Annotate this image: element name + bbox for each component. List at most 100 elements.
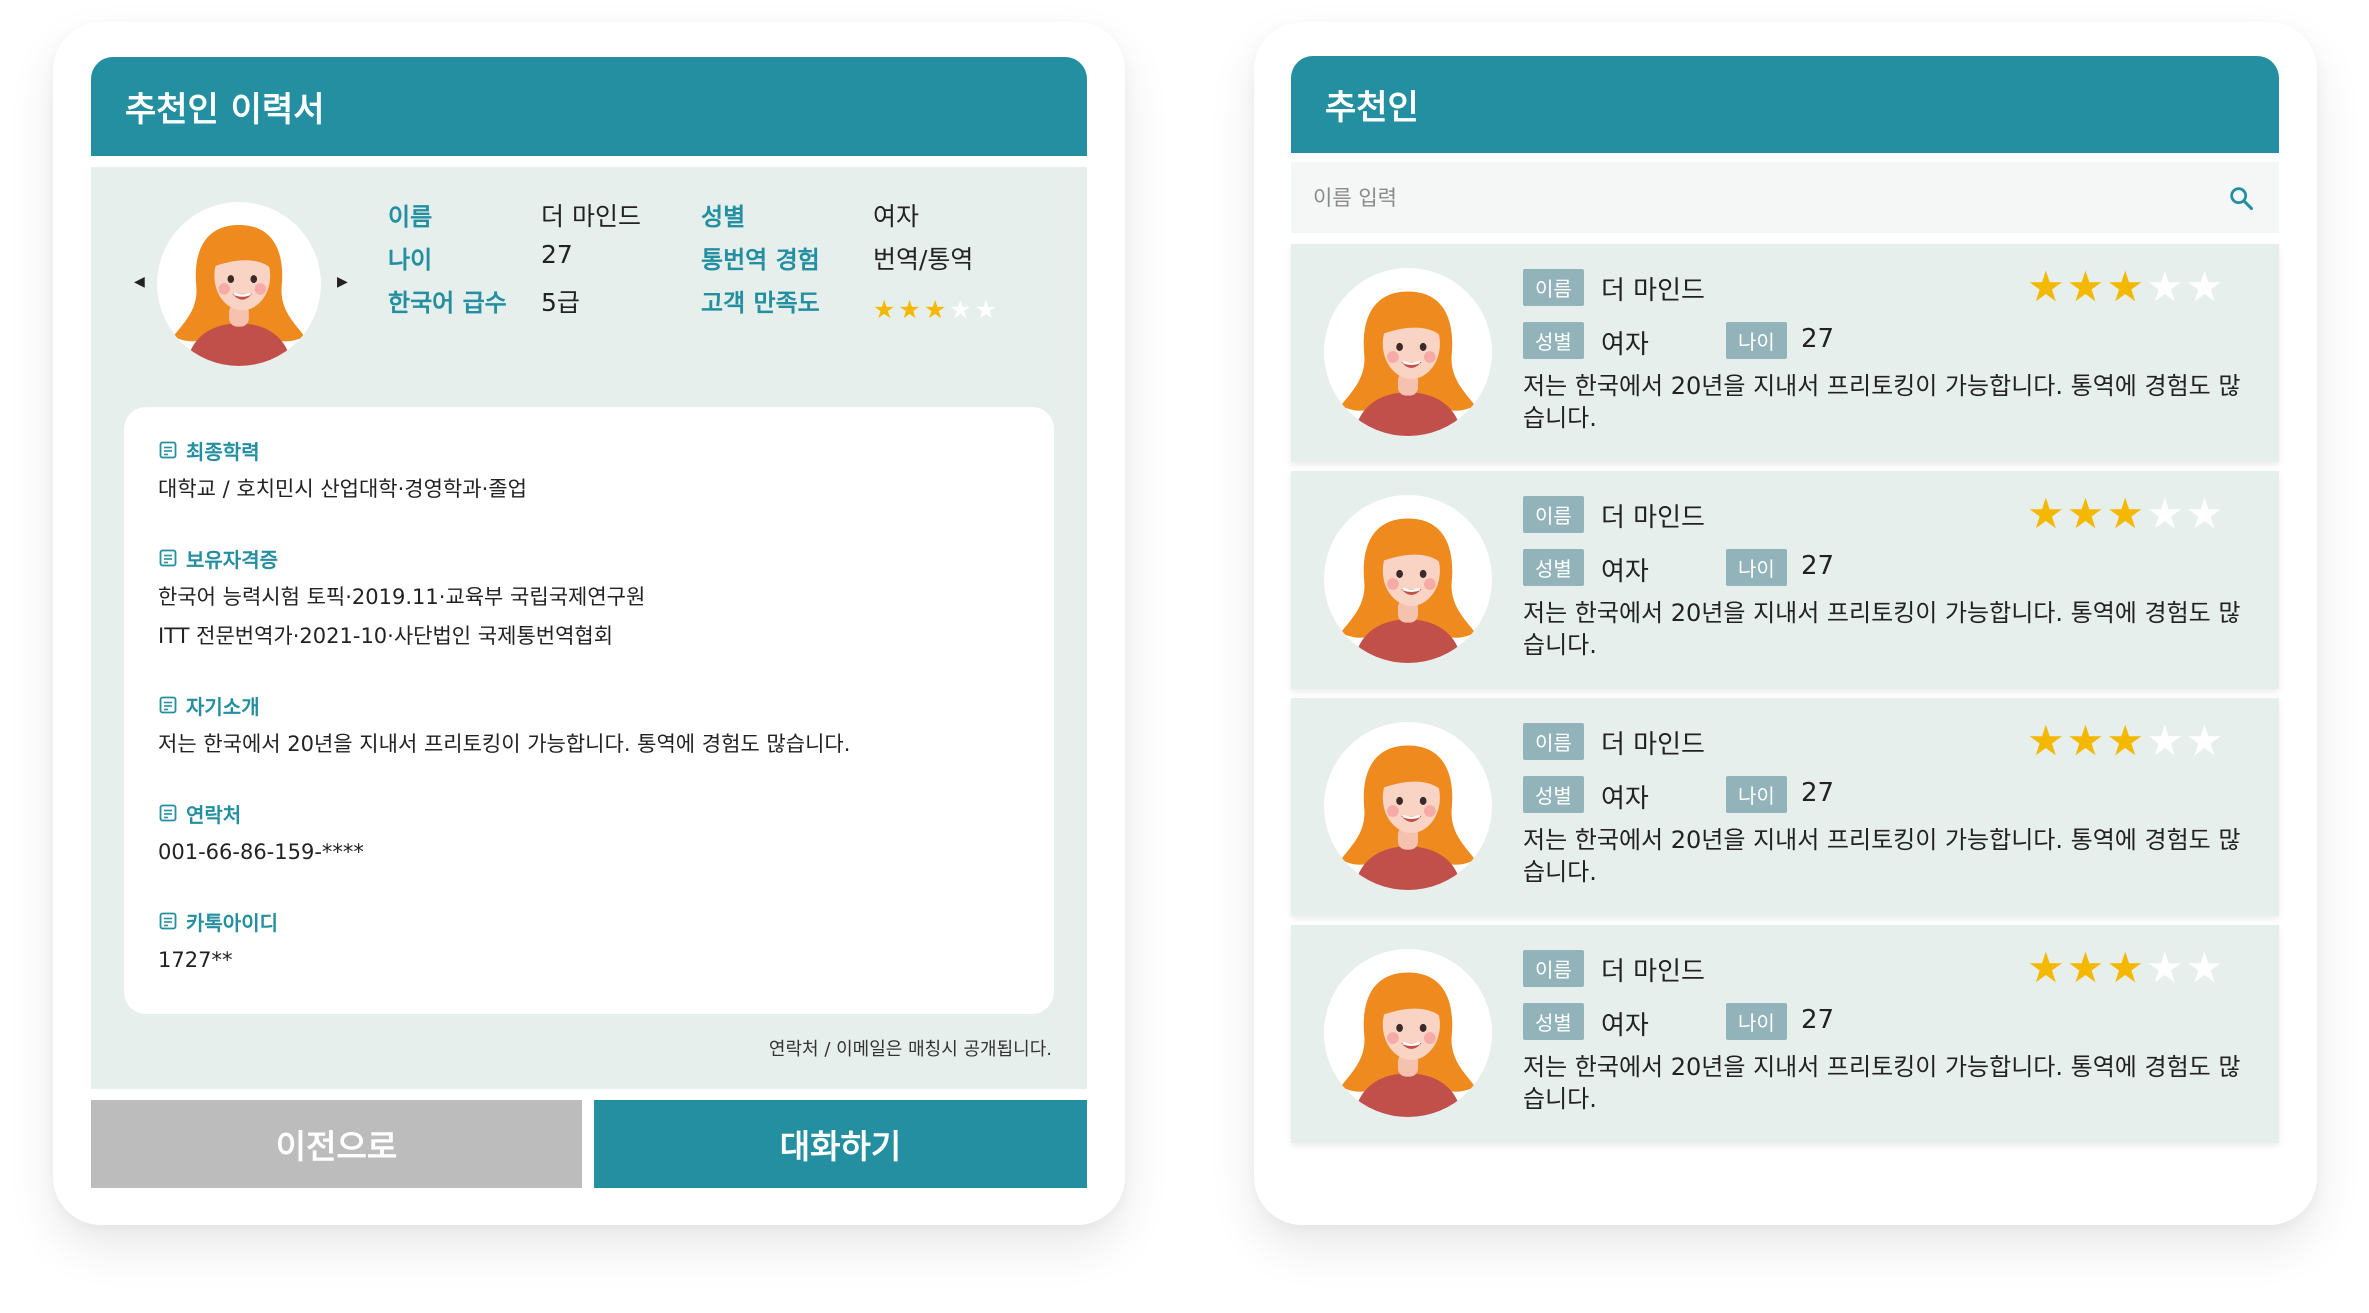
star-empty-icon: ★ [2185,262,2226,311]
experience-value: 번역/통역 [873,245,974,274]
star-filled-icon: ★ [2066,489,2107,538]
star-filled-icon: ★ [923,295,950,324]
caret-right-icon[interactable]: ▶ [337,274,348,290]
avatar [1324,722,1492,890]
satisfaction-rating: ★★★★★ [873,295,1000,324]
star-filled-icon: ★ [2106,489,2146,538]
star-empty-icon: ★ [949,295,975,324]
star-filled-icon: ★ [2106,262,2146,311]
gender-tag: 성별 [1523,776,1584,813]
certificate-item: 한국어 능력시험 토픽·2019.11·교육부 국립국제연구원 [158,585,646,609]
certificate-item: ITT 전문번역가·2021-10·사단법인 국제통번역협회 [158,624,614,648]
gender-value: 여자 [873,202,920,231]
intro-section: 자기소개 저는 한국에서 20년을 지내서 프리토킹이 가능합니다. 통역에 경… [158,690,850,764]
recommender-gender: 여자 [1601,784,1649,814]
caret-left-icon[interactable]: ◀ [134,274,145,290]
note-icon [158,440,178,460]
resume-header: 추천인 이력서 [91,57,1087,156]
star-filled-icon: ★ [873,295,899,324]
intro-title: 자기소개 [186,694,260,719]
recommender-name: 더 마인드 [1601,276,1705,306]
star-filled-icon: ★ [2106,716,2146,765]
kakao-text: 1727** [158,948,233,972]
star-filled-icon: ★ [2066,943,2107,992]
star-empty-icon: ★ [2185,943,2226,992]
satisfaction-label: 고객 만족도 [701,289,820,317]
intro-text: 저는 한국에서 20년을 지내서 프리토킹이 가능합니다. 통역에 경험도 많습… [158,732,851,756]
gender-tag: 성별 [1523,1003,1584,1040]
recommender-card[interactable]: 이름 더 마인드 성별 여자 나이 27 ★★★★★ 저는 한국에서 20년을 … [1291,244,2279,462]
star-filled-icon: ★ [2066,716,2107,765]
rating-stars: ★★★★★ [2027,943,2225,992]
star-filled-icon: ★ [2027,943,2067,992]
search-icon[interactable] [2227,184,2255,212]
name-tag: 이름 [1523,950,1584,987]
recommender-intro: 저는 한국에서 20년을 지내서 프리토킹이 가능합니다. 통역에 경험도 많습… [1523,1053,2241,1113]
note-icon [158,911,178,931]
star-filled-icon: ★ [2027,716,2067,765]
korean-level-label: 한국어 급수 [388,289,507,317]
gender-label: 성별 [701,203,746,231]
recommender-gender: 여자 [1601,330,1649,360]
resume-title: 추천인 이력서 [125,90,325,130]
recommender-list-card: 추천인 이름 더 마인드 성별 여자 나이 27 ★★★★★ 저는 한국에서 2… [1254,22,2317,1225]
name-label: 이름 [388,203,433,231]
recommender-title: 추천인 [1325,88,1419,128]
star-filled-icon: ★ [2106,943,2146,992]
recommender-age: 27 [1801,551,1835,581]
recommender-intro: 저는 한국에서 20년을 지내서 프리토킹이 가능합니다. 통역에 경험도 많습… [1523,599,2241,659]
avatar [157,202,321,366]
contact-text: 001-66-86-159-**** [158,840,364,864]
rating-stars: ★★★★★ [2027,262,2225,311]
recommender-name: 더 마인드 [1601,730,1705,760]
contact-section: 연락처 001-66-86-159-**** [158,798,364,872]
name-tag: 이름 [1523,723,1584,760]
korean-level-value: 5급 [541,288,580,317]
contact-title: 연락처 [186,802,242,827]
star-empty-icon: ★ [2145,716,2186,765]
recommender-gender: 여자 [1601,1011,1649,1041]
certificates-title: 보유자격증 [186,547,278,572]
note-icon [158,803,178,823]
recommender-card[interactable]: 이름 더 마인드 성별 여자 나이 27 ★★★★★ 저는 한국에서 20년을 … [1291,698,2279,916]
experience-label: 통번역 경험 [701,246,820,274]
detail-box: 최종학력 대학교 / 호치민시 산업대학·경영학과·졸업 보유자격증 한국어 능… [124,407,1054,1014]
star-empty-icon: ★ [2185,716,2226,765]
star-empty-icon: ★ [974,295,1001,324]
recommender-name: 더 마인드 [1601,503,1705,533]
age-tag: 나이 [1726,549,1787,586]
age-tag: 나이 [1726,776,1787,813]
kakao-section: 카톡아이디 1727** [158,906,278,980]
education-text: 대학교 / 호치민시 산업대학·경영학과·졸업 [158,477,527,501]
star-filled-icon: ★ [2027,262,2067,311]
star-empty-icon: ★ [2185,489,2226,538]
gender-tag: 성별 [1523,322,1584,359]
avatar [1324,949,1492,1117]
search-bar [1291,162,2279,233]
recommender-card[interactable]: 이름 더 마인드 성별 여자 나이 27 ★★★★★ 저는 한국에서 20년을 … [1291,925,2279,1143]
star-filled-icon: ★ [898,295,924,324]
star-empty-icon: ★ [2145,489,2186,538]
recommender-age: 27 [1801,324,1835,354]
resume-body: ◀ ▶ 이름 더 마인드 나이 27 한국어 급수 5급 성별 여자 통번역 경… [91,167,1087,1089]
kakao-title: 카톡아이디 [186,910,278,935]
recommender-name: 더 마인드 [1601,957,1705,987]
age-tag: 나이 [1726,322,1787,359]
recommender-card[interactable]: 이름 더 마인드 성별 여자 나이 27 ★★★★★ 저는 한국에서 20년을 … [1291,471,2279,689]
chat-button[interactable]: 대화하기 [594,1100,1087,1188]
education-section: 최종학력 대학교 / 호치민시 산업대학·경영학과·졸업 [158,435,527,509]
recommender-header: 추천인 [1291,56,2279,153]
search-input[interactable] [1313,185,2193,210]
age-value: 27 [541,240,573,269]
recommender-age: 27 [1801,778,1835,808]
star-filled-icon: ★ [2027,489,2067,538]
resume-card: 추천인 이력서 ◀ ▶ 이름 더 마인드 나이 27 한국어 급수 5급 성별 … [53,22,1125,1225]
recommender-intro: 저는 한국에서 20년을 지내서 프리토킹이 가능합니다. 통역에 경험도 많습… [1523,372,2241,432]
prev-button[interactable]: 이전으로 [91,1100,582,1188]
avatar [1324,268,1492,436]
age-tag: 나이 [1726,1003,1787,1040]
name-tag: 이름 [1523,269,1584,306]
star-empty-icon: ★ [2145,943,2186,992]
star-empty-icon: ★ [2145,262,2186,311]
education-title: 최종학력 [186,439,260,464]
